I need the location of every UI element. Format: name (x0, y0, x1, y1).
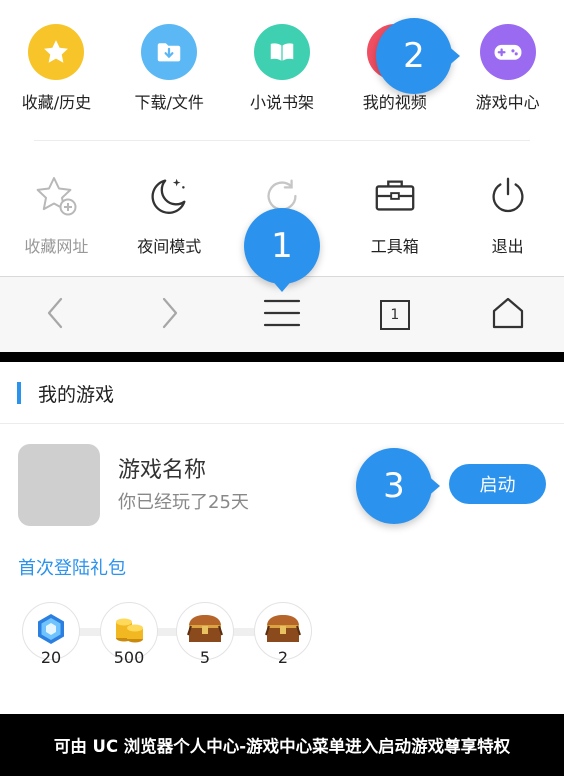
menu-item-toolbox[interactable]: 工具箱 (338, 168, 451, 257)
reward-count: 2 (277, 648, 289, 667)
launch-button[interactable]: 启动 (449, 464, 546, 504)
menu-item-game-center[interactable]: 游戏中心 (451, 24, 564, 113)
back-button[interactable] (0, 277, 113, 353)
section-accent-bar (17, 382, 21, 404)
reward-count: 500 (113, 648, 145, 667)
blue-gem-icon (34, 612, 68, 650)
star-add-icon (28, 168, 84, 224)
menu-label: 收藏网址 (24, 237, 89, 256)
tabs-icon: 1 (379, 299, 411, 331)
menu-row-primary: 收藏/历史 下载/文件 小说书架 我的视频 游戏中心 (0, 24, 564, 113)
home-icon (491, 297, 525, 333)
moon-icon (141, 168, 197, 224)
game-thumbnail[interactable] (18, 444, 100, 526)
caption-text: 可由 UC 浏览器个人中心-游戏中心菜单进入启动游戏尊享特权 (0, 714, 564, 776)
game-name: 游戏名称 (118, 458, 207, 483)
reward-track (50, 628, 286, 636)
callout-1: 1 (244, 208, 320, 292)
first-login-gift-link[interactable]: 首次登陆礼包 (18, 554, 126, 580)
menu-item-night-mode[interactable]: 夜间模式 (113, 168, 226, 257)
treasure-chest-icon (185, 612, 225, 650)
gold-coins-icon (112, 612, 146, 650)
menu-item-bookmark-url[interactable]: 收藏网址 (0, 168, 113, 257)
home-button[interactable] (451, 277, 564, 353)
star-icon (28, 24, 85, 80)
game-played-days: 你已经玩了25天 (118, 492, 249, 513)
menu-item-novel-shelf[interactable]: 小说书架 (226, 24, 339, 113)
menu-label: 工具箱 (370, 237, 419, 256)
back-arrow-icon (44, 296, 68, 334)
section-header: 我的游戏 (0, 362, 564, 424)
reward-list: 20 500 5 2 (22, 602, 322, 672)
download-folder-icon (141, 24, 198, 80)
menu-icon (263, 298, 301, 332)
menu-item-exit[interactable]: 退出 (451, 168, 564, 257)
treasure-chest-icon (263, 612, 303, 650)
menu-item-favorites-history[interactable]: 收藏/历史 (0, 24, 113, 113)
tabs-button[interactable]: 1 (338, 277, 451, 353)
menu-label: 游戏中心 (475, 93, 540, 112)
forward-arrow-icon (157, 296, 181, 334)
menu-label: 夜间模式 (137, 237, 202, 256)
menu-divider (34, 140, 530, 141)
section-title: 我的游戏 (38, 384, 115, 406)
menu-label: 小说书架 (249, 93, 314, 112)
my-games-panel: 我的游戏 游戏名称 你已经玩了25天 启动 首次登陆礼包 20 500 5 2 (0, 362, 564, 714)
gamepad-icon (479, 24, 536, 80)
power-icon (480, 168, 536, 224)
menu-item-downloads-files[interactable]: 下载/文件 (113, 24, 226, 113)
reward-count: 20 (40, 648, 62, 667)
toolbox-icon (367, 168, 423, 224)
menu-label: 退出 (491, 237, 524, 256)
menu-label: 下载/文件 (134, 93, 204, 112)
book-icon (253, 24, 310, 80)
menu-label: 收藏/历史 (21, 93, 92, 112)
callout-2: 2 (376, 18, 460, 94)
forward-button[interactable] (113, 277, 226, 353)
callout-3: 3 (356, 448, 440, 524)
tab-count: 1 (390, 307, 400, 323)
reward-count: 5 (199, 648, 211, 667)
